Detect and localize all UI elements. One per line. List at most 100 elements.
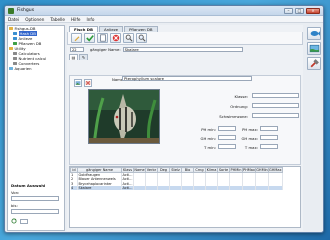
detail-panel: Name: Pterophyllum scalare Klasse: Ordnu… bbox=[69, 75, 301, 165]
date-selection-title: Datum Auswahl bbox=[11, 183, 46, 188]
plant-icon bbox=[13, 41, 17, 46]
column-header[interactable]: Stelz bbox=[169, 167, 182, 173]
maximize-button[interactable]: □ bbox=[295, 7, 304, 14]
gh-max-label: GH max: bbox=[241, 136, 258, 141]
search-icon bbox=[125, 34, 133, 42]
order-field[interactable] bbox=[252, 103, 299, 108]
subtab-notes[interactable]: ✎ bbox=[79, 54, 88, 60]
checkmark-icon bbox=[85, 35, 94, 42]
tree-item-aquarien[interactable]: Aquarien bbox=[8, 66, 64, 71]
tab-fisch-db[interactable]: Fisch DB bbox=[69, 26, 98, 32]
minimize-button[interactable]: – bbox=[284, 7, 293, 14]
bowl-icon bbox=[9, 66, 13, 71]
aquarium-shortcut-button[interactable] bbox=[307, 42, 321, 55]
menu-info[interactable]: Info bbox=[87, 17, 95, 22]
from-date-input[interactable] bbox=[11, 196, 59, 201]
to-date-input[interactable] bbox=[11, 209, 59, 214]
menu-bar: Datei Optionen Tabelle Hilfe Info bbox=[5, 16, 323, 23]
column-header[interactable]: Klima bbox=[205, 167, 218, 173]
refresh-icon[interactable] bbox=[11, 218, 17, 224]
t-max-label: T max: bbox=[244, 145, 258, 150]
date-selection-panel: Datum Auswahl Von: bis: bbox=[8, 181, 64, 226]
tools-icon bbox=[310, 59, 319, 68]
gh-max-field[interactable] bbox=[260, 135, 278, 140]
edit-button[interactable] bbox=[71, 33, 82, 43]
subtab-details[interactable]: ▤ bbox=[69, 54, 78, 60]
t-min-label: T min: bbox=[204, 145, 216, 150]
main-pane: Fisch DB Anlieze Pflanzen DB 22 gängiger… bbox=[67, 25, 303, 231]
delete-icon bbox=[112, 34, 119, 42]
title-bar: Fishgus – □ × bbox=[5, 6, 323, 16]
navigation-tree: Fishgus-DB Hash DB Anlieze Pflanzen DB U… bbox=[7, 25, 65, 231]
t-max-field[interactable] bbox=[260, 144, 278, 149]
ph-min-field[interactable] bbox=[218, 126, 236, 131]
confirm-button[interactable] bbox=[84, 33, 95, 43]
document-icon bbox=[99, 34, 106, 42]
zoom-icon bbox=[138, 34, 146, 42]
order-label: Ordnung: bbox=[230, 104, 248, 109]
pencil-icon bbox=[74, 36, 79, 42]
delete-button[interactable] bbox=[110, 33, 121, 43]
table-header-row: id gängiger Name Klass Name Verbr Deg St… bbox=[70, 167, 283, 173]
column-header[interactable]: Name bbox=[133, 167, 146, 173]
menu-datei[interactable]: Datei bbox=[8, 17, 19, 22]
gear-icon bbox=[13, 56, 17, 61]
common-name-field[interactable]: Skalare bbox=[122, 46, 243, 52]
common-name-label: gängiger Name: bbox=[90, 46, 121, 52]
ph-max-label: PH max: bbox=[242, 127, 258, 132]
main-tabs: Fisch DB Anlieze Pflanzen DB bbox=[67, 25, 303, 32]
window-title: Fishgus bbox=[17, 8, 35, 13]
fish-icon bbox=[13, 31, 17, 36]
name-field[interactable]: Pterophyllum scalare bbox=[122, 76, 252, 81]
column-header[interactable]: PHMin bbox=[229, 167, 243, 173]
gh-min-field[interactable] bbox=[218, 135, 236, 140]
from-label: Von: bbox=[11, 190, 20, 195]
remove-image-icon bbox=[85, 80, 91, 86]
record-id-field[interactable]: 22 bbox=[70, 46, 84, 52]
gear-icon bbox=[13, 51, 17, 56]
class-field[interactable] bbox=[252, 93, 299, 98]
t-min-field[interactable] bbox=[218, 144, 236, 149]
image-icon bbox=[75, 81, 81, 85]
record-toolbar bbox=[67, 32, 303, 45]
gh-min-label: GH min: bbox=[200, 136, 216, 141]
column-header[interactable]: GHMax bbox=[268, 167, 283, 173]
ph-min-label: PH min: bbox=[201, 127, 216, 132]
fish-table: id gängiger Name Klass Name Verbr Deg St… bbox=[69, 166, 301, 228]
zoom-button[interactable] bbox=[136, 33, 147, 43]
search-button[interactable] bbox=[123, 33, 134, 43]
menu-hilfe[interactable]: Hilfe bbox=[71, 17, 81, 22]
column-header[interactable]: GHMin bbox=[255, 167, 269, 173]
detail-subtabs: ▤ ✎ bbox=[67, 53, 303, 60]
count-input[interactable] bbox=[20, 218, 28, 224]
class-label: Klasse: bbox=[234, 94, 248, 99]
remove-image-button[interactable] bbox=[84, 79, 92, 87]
folder-icon bbox=[9, 26, 13, 31]
ph-max-field[interactable] bbox=[260, 126, 278, 131]
app-window: Fishgus – □ × Datei Optionen Tabelle Hil… bbox=[4, 5, 324, 233]
column-header[interactable]: PHMax bbox=[242, 167, 256, 173]
search-row: 22 gängiger Name: Skalare bbox=[67, 45, 303, 53]
table-row-selected[interactable]: 4 Skalare Acti... bbox=[70, 185, 283, 191]
fish-icon bbox=[310, 30, 320, 37]
tab-pflanzen-db[interactable]: Pflanzen DB bbox=[124, 26, 158, 32]
gear-icon bbox=[13, 61, 17, 66]
new-record-button[interactable] bbox=[97, 33, 108, 43]
fish-photo bbox=[88, 89, 160, 144]
column-header[interactable]: Klass bbox=[121, 167, 134, 173]
close-button[interactable]: × bbox=[306, 7, 320, 14]
aquarium-icon bbox=[309, 44, 319, 53]
menu-optionen[interactable]: Optionen bbox=[25, 17, 44, 22]
right-toolbar bbox=[305, 25, 323, 231]
folder-icon bbox=[9, 46, 13, 51]
fish-db-shortcut-button[interactable] bbox=[307, 27, 321, 40]
menu-tabelle[interactable]: Tabelle bbox=[50, 17, 65, 22]
column-header[interactable]: Verbr bbox=[145, 167, 158, 173]
to-label: bis: bbox=[11, 203, 18, 208]
tools-shortcut-button[interactable] bbox=[307, 57, 321, 70]
column-header[interactable]: Sorte bbox=[217, 167, 230, 173]
image-button[interactable] bbox=[74, 79, 82, 87]
app-icon bbox=[8, 7, 14, 14]
swim-zone-field[interactable] bbox=[252, 113, 299, 118]
tab-anlieze[interactable]: Anlieze bbox=[98, 26, 124, 32]
